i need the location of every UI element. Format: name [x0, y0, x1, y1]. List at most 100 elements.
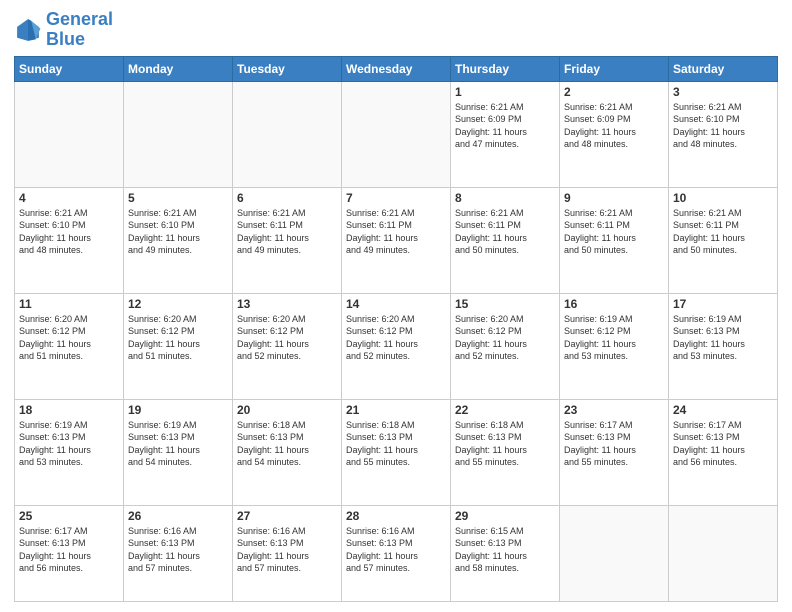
calendar-cell-0-0 [15, 81, 124, 187]
day-info: Sunrise: 6:19 AM Sunset: 6:13 PM Dayligh… [673, 313, 773, 363]
day-number: 20 [237, 403, 337, 417]
calendar-table: SundayMondayTuesdayWednesdayThursdayFrid… [14, 56, 778, 602]
week-row-3: 18 Sunrise: 6:19 AM Sunset: 6:13 PM Dayli… [15, 399, 778, 505]
day-info: Sunrise: 6:16 AM Sunset: 6:13 PM Dayligh… [128, 525, 228, 575]
day-number: 15 [455, 297, 555, 311]
day-number: 23 [564, 403, 664, 417]
calendar-cell-3-5: 23 Sunrise: 6:17 AM Sunset: 6:13 PM Dayli… [560, 399, 669, 505]
calendar-cell-2-1: 12 Sunrise: 6:20 AM Sunset: 6:12 PM Dayli… [124, 293, 233, 399]
calendar-cell-3-3: 21 Sunrise: 6:18 AM Sunset: 6:13 PM Dayli… [342, 399, 451, 505]
day-info: Sunrise: 6:19 AM Sunset: 6:13 PM Dayligh… [128, 419, 228, 469]
day-info: Sunrise: 6:21 AM Sunset: 6:09 PM Dayligh… [455, 101, 555, 151]
day-number: 4 [19, 191, 119, 205]
calendar-cell-3-6: 24Sunrise: 6:17 AM Sunset: 6:13 PM Dayli… [669, 399, 778, 505]
day-info: Sunrise: 6:20 AM Sunset: 6:12 PM Dayligh… [237, 313, 337, 363]
day-number: 2 [564, 85, 664, 99]
day-info: Sunrise: 6:17 AM Sunset: 6:13 PM Dayligh… [19, 525, 119, 575]
day-info: Sunrise: 6:16 AM Sunset: 6:13 PM Dayligh… [237, 525, 337, 575]
calendar-cell-3-0: 18 Sunrise: 6:19 AM Sunset: 6:13 PM Dayli… [15, 399, 124, 505]
day-number: 3 [673, 85, 773, 99]
calendar-cell-4-0: 25 Sunrise: 6:17 AM Sunset: 6:13 PM Dayli… [15, 505, 124, 601]
calendar-cell-2-5: 16Sunrise: 6:19 AM Sunset: 6:12 PM Dayli… [560, 293, 669, 399]
calendar-cell-3-1: 19 Sunrise: 6:19 AM Sunset: 6:13 PM Dayli… [124, 399, 233, 505]
day-number: 1 [455, 85, 555, 99]
day-info: Sunrise: 6:21 AM Sunset: 6:11 PM Dayligh… [673, 207, 773, 257]
day-info: Sunrise: 6:16 AM Sunset: 6:13 PM Dayligh… [346, 525, 446, 575]
day-info: Sunrise: 6:21 AM Sunset: 6:11 PM Dayligh… [346, 207, 446, 257]
calendar-cell-0-4: 1 Sunrise: 6:21 AM Sunset: 6:09 PM Daylig… [451, 81, 560, 187]
logo-text: General Blue [46, 10, 113, 50]
day-number: 21 [346, 403, 446, 417]
calendar-cell-1-2: 6 Sunrise: 6:21 AM Sunset: 6:11 PM Daylig… [233, 187, 342, 293]
calendar-cell-0-2 [233, 81, 342, 187]
calendar-cell-1-4: 8 Sunrise: 6:21 AM Sunset: 6:11 PM Daylig… [451, 187, 560, 293]
logo: General Blue [14, 10, 113, 50]
calendar-cell-0-1 [124, 81, 233, 187]
calendar-cell-2-6: 17 Sunrise: 6:19 AM Sunset: 6:13 PM Dayli… [669, 293, 778, 399]
calendar-cell-1-5: 9Sunrise: 6:21 AM Sunset: 6:11 PM Daylig… [560, 187, 669, 293]
day-info: Sunrise: 6:21 AM Sunset: 6:10 PM Dayligh… [128, 207, 228, 257]
day-number: 5 [128, 191, 228, 205]
day-number: 10 [673, 191, 773, 205]
calendar-cell-1-6: 10 Sunrise: 6:21 AM Sunset: 6:11 PM Dayli… [669, 187, 778, 293]
day-info: Sunrise: 6:20 AM Sunset: 6:12 PM Dayligh… [19, 313, 119, 363]
day-info: Sunrise: 6:20 AM Sunset: 6:12 PM Dayligh… [455, 313, 555, 363]
day-number: 25 [19, 509, 119, 523]
day-number: 12 [128, 297, 228, 311]
day-number: 6 [237, 191, 337, 205]
week-row-0: 1 Sunrise: 6:21 AM Sunset: 6:09 PM Daylig… [15, 81, 778, 187]
calendar-cell-4-2: 27 Sunrise: 6:16 AM Sunset: 6:13 PM Dayli… [233, 505, 342, 601]
weekday-header-saturday: Saturday [669, 56, 778, 81]
day-info: Sunrise: 6:18 AM Sunset: 6:13 PM Dayligh… [237, 419, 337, 469]
calendar-cell-3-4: 22 Sunrise: 6:18 AM Sunset: 6:13 PM Dayli… [451, 399, 560, 505]
day-number: 19 [128, 403, 228, 417]
weekday-header-friday: Friday [560, 56, 669, 81]
weekday-header-sunday: Sunday [15, 56, 124, 81]
day-number: 18 [19, 403, 119, 417]
day-info: Sunrise: 6:21 AM Sunset: 6:10 PM Dayligh… [19, 207, 119, 257]
day-number: 24 [673, 403, 773, 417]
day-number: 22 [455, 403, 555, 417]
calendar-cell-0-3 [342, 81, 451, 187]
page: General Blue SundayMondayTuesdayWednesda… [0, 0, 792, 612]
calendar-cell-0-6: 3Sunrise: 6:21 AM Sunset: 6:10 PM Daylig… [669, 81, 778, 187]
day-info: Sunrise: 6:21 AM Sunset: 6:11 PM Dayligh… [455, 207, 555, 257]
calendar-cell-2-3: 14 Sunrise: 6:20 AM Sunset: 6:12 PM Dayli… [342, 293, 451, 399]
day-number: 27 [237, 509, 337, 523]
day-number: 8 [455, 191, 555, 205]
calendar-cell-4-6 [669, 505, 778, 601]
day-info: Sunrise: 6:19 AM Sunset: 6:12 PM Dayligh… [564, 313, 664, 363]
day-number: 28 [346, 509, 446, 523]
calendar-cell-1-3: 7 Sunrise: 6:21 AM Sunset: 6:11 PM Daylig… [342, 187, 451, 293]
calendar-cell-1-1: 5 Sunrise: 6:21 AM Sunset: 6:10 PM Daylig… [124, 187, 233, 293]
calendar-cell-0-5: 2 Sunrise: 6:21 AM Sunset: 6:09 PM Daylig… [560, 81, 669, 187]
week-row-2: 11 Sunrise: 6:20 AM Sunset: 6:12 PM Dayli… [15, 293, 778, 399]
calendar-cell-4-5 [560, 505, 669, 601]
calendar-cell-3-2: 20 Sunrise: 6:18 AM Sunset: 6:13 PM Dayli… [233, 399, 342, 505]
weekday-header-tuesday: Tuesday [233, 56, 342, 81]
day-info: Sunrise: 6:18 AM Sunset: 6:13 PM Dayligh… [346, 419, 446, 469]
day-number: 7 [346, 191, 446, 205]
day-info: Sunrise: 6:20 AM Sunset: 6:12 PM Dayligh… [346, 313, 446, 363]
calendar-cell-2-0: 11 Sunrise: 6:20 AM Sunset: 6:12 PM Dayli… [15, 293, 124, 399]
day-info: Sunrise: 6:21 AM Sunset: 6:11 PM Dayligh… [237, 207, 337, 257]
day-number: 11 [19, 297, 119, 311]
day-info: Sunrise: 6:20 AM Sunset: 6:12 PM Dayligh… [128, 313, 228, 363]
day-info: Sunrise: 6:19 AM Sunset: 6:13 PM Dayligh… [19, 419, 119, 469]
calendar-cell-4-4: 29Sunrise: 6:15 AM Sunset: 6:13 PM Dayli… [451, 505, 560, 601]
calendar-cell-2-4: 15 Sunrise: 6:20 AM Sunset: 6:12 PM Dayli… [451, 293, 560, 399]
calendar-cell-4-1: 26Sunrise: 6:16 AM Sunset: 6:13 PM Dayli… [124, 505, 233, 601]
calendar-cell-2-2: 13Sunrise: 6:20 AM Sunset: 6:12 PM Dayli… [233, 293, 342, 399]
day-number: 14 [346, 297, 446, 311]
calendar-cell-1-0: 4 Sunrise: 6:21 AM Sunset: 6:10 PM Daylig… [15, 187, 124, 293]
weekday-header-row: SundayMondayTuesdayWednesdayThursdayFrid… [15, 56, 778, 81]
day-info: Sunrise: 6:21 AM Sunset: 6:09 PM Dayligh… [564, 101, 664, 151]
week-row-1: 4 Sunrise: 6:21 AM Sunset: 6:10 PM Daylig… [15, 187, 778, 293]
day-number: 17 [673, 297, 773, 311]
day-number: 9 [564, 191, 664, 205]
weekday-header-wednesday: Wednesday [342, 56, 451, 81]
weekday-header-monday: Monday [124, 56, 233, 81]
day-number: 29 [455, 509, 555, 523]
day-info: Sunrise: 6:18 AM Sunset: 6:13 PM Dayligh… [455, 419, 555, 469]
day-info: Sunrise: 6:17 AM Sunset: 6:13 PM Dayligh… [564, 419, 664, 469]
